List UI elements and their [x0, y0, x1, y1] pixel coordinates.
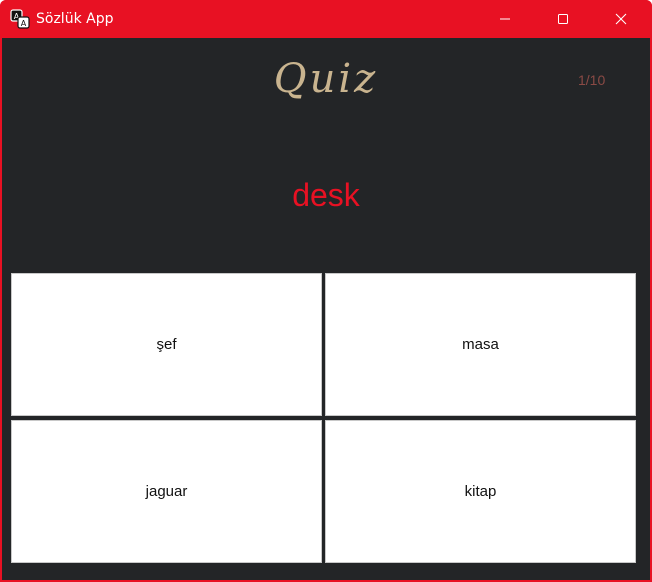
- answer-button-1[interactable]: şef: [11, 273, 322, 416]
- answer-button-3[interactable]: jaguar: [11, 420, 322, 563]
- answer-grid: şef masa jaguar kitap: [11, 273, 640, 567]
- maximize-icon: [558, 14, 568, 24]
- close-icon: [615, 13, 627, 25]
- answer-button-2[interactable]: masa: [325, 273, 636, 416]
- close-button[interactable]: [592, 0, 650, 38]
- quiz-heading: Quiz: [273, 56, 379, 102]
- title-bar[interactable]: A A Sözlük App: [0, 0, 652, 38]
- answer-button-4[interactable]: kitap: [325, 420, 636, 563]
- window-title: Sözlük App: [36, 11, 114, 27]
- maximize-button[interactable]: [534, 0, 592, 38]
- svg-text:A: A: [21, 19, 27, 28]
- minimize-button[interactable]: [476, 0, 534, 38]
- minimize-icon: [500, 18, 510, 20]
- dictionary-icon: A A: [10, 9, 30, 29]
- question-word: desk: [292, 177, 360, 213]
- quiz-panel: Quiz 1/10 desk şef masa jaguar kitap: [2, 38, 650, 580]
- app-window: A A Sözlük App Quiz 1/10 desk şef masa j…: [0, 0, 652, 582]
- question-progress: 1/10: [578, 72, 606, 88]
